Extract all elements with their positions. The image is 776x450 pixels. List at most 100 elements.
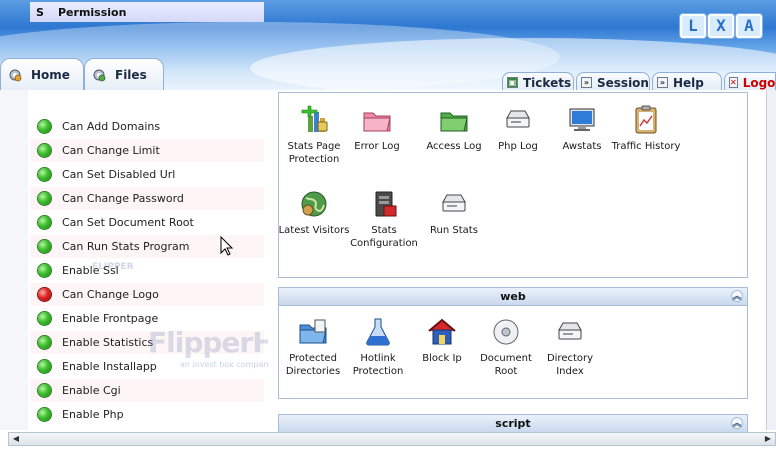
green-status-icon bbox=[37, 360, 51, 373]
status-cell bbox=[30, 264, 58, 277]
item-label: Access Log bbox=[426, 141, 482, 152]
gear-icon bbox=[9, 69, 22, 81]
item-label: Latest Visitors bbox=[278, 225, 350, 236]
hotlink-protection-item[interactable]: Hotlink Protection bbox=[342, 316, 414, 378]
status-cell bbox=[30, 336, 58, 349]
item-label: Hotlink Protection bbox=[352, 353, 404, 377]
run-stats-drive-icon bbox=[442, 194, 466, 212]
lxa-logo: L X A bbox=[680, 14, 762, 38]
stats-page-protection-item[interactable]: Stats Page Protection bbox=[278, 104, 350, 166]
green-status-icon bbox=[37, 216, 51, 229]
item-label: Traffic History bbox=[611, 141, 681, 152]
status-cell bbox=[30, 360, 58, 373]
permission-label: Enable Php bbox=[62, 408, 124, 421]
help-icon: » bbox=[657, 77, 668, 88]
latest-visitors-item[interactable]: Latest Visitors bbox=[278, 188, 350, 237]
block-ip-house-icon bbox=[428, 318, 456, 345]
run-stats-item[interactable]: Run Stats bbox=[418, 188, 490, 237]
green-status-icon bbox=[37, 192, 51, 205]
status-cell bbox=[30, 240, 58, 253]
hotlink-flask-icon bbox=[366, 318, 390, 346]
logout-icon: ✕ bbox=[729, 77, 738, 88]
status-cell bbox=[30, 144, 58, 157]
collapse-icon[interactable]: ︽ bbox=[731, 290, 743, 302]
scroll-left-icon[interactable]: ◀ bbox=[10, 434, 22, 444]
red-status-icon bbox=[37, 288, 51, 301]
tab-label: Files bbox=[115, 67, 147, 82]
section-title: script bbox=[495, 417, 531, 430]
permission-row: Can Set Disabled Url bbox=[30, 163, 264, 186]
watermark-small: FLIPPER bbox=[92, 262, 134, 272]
permission-label: Can Change Logo bbox=[62, 288, 159, 301]
vertical-scrollbar[interactable] bbox=[766, 90, 776, 430]
green-status-icon bbox=[37, 168, 51, 181]
green-status-icon bbox=[37, 312, 51, 325]
item-label: Document Root bbox=[480, 353, 532, 377]
tab-help[interactable]: » Help bbox=[652, 72, 722, 92]
status-cell bbox=[30, 192, 58, 205]
green-status-icon bbox=[37, 264, 51, 277]
document-root-disc-icon bbox=[493, 319, 519, 345]
access-log-item[interactable]: Access Log bbox=[418, 104, 490, 153]
permission-label: Enable Cgi bbox=[62, 384, 121, 397]
logo-letter: A bbox=[736, 14, 762, 38]
error-log-folder-icon bbox=[363, 112, 391, 132]
permission-row: Enable Ssl bbox=[30, 259, 264, 282]
error-log-item[interactable]: Error Log bbox=[341, 104, 413, 153]
horizontal-scrollbar[interactable]: ◀ ▶ bbox=[8, 432, 776, 446]
protected-directories-item[interactable]: Protected Directories bbox=[277, 316, 349, 378]
tab-files[interactable]: Files bbox=[84, 58, 164, 90]
item-label: Block Ip bbox=[422, 353, 462, 364]
permission-label: Can Add Domains bbox=[62, 120, 161, 133]
tab-tickets[interactable]: ▣ Tickets bbox=[502, 72, 574, 92]
watermark-subtitle: an invest box company bbox=[180, 360, 274, 369]
permission-label: Can Change Password bbox=[62, 192, 184, 205]
gear-icon bbox=[93, 69, 106, 81]
permission-label: Enable Installapp bbox=[62, 360, 157, 373]
permission-label: Can Set Document Root bbox=[62, 216, 194, 229]
script-section: script ︽ bbox=[278, 414, 748, 433]
traffic-history-item[interactable]: Traffic History bbox=[610, 104, 682, 153]
status-column-header: S bbox=[36, 5, 44, 19]
item-label: Error Log bbox=[354, 141, 400, 152]
green-status-icon bbox=[37, 120, 51, 133]
permission-label: Can Run Stats Program bbox=[62, 240, 190, 253]
green-status-icon bbox=[37, 384, 51, 397]
permission-row: Can Set Document Root bbox=[30, 211, 264, 234]
stats-configuration-item[interactable]: Stats Configuration bbox=[348, 188, 420, 250]
permission-row: Can Change Password bbox=[30, 187, 264, 210]
permission-label: Can Change Limit bbox=[62, 144, 160, 157]
tab-session[interactable]: » Session bbox=[576, 72, 650, 92]
block-ip-item[interactable]: Block Ip bbox=[406, 316, 478, 365]
scroll-right-icon[interactable]: ▶ bbox=[762, 434, 774, 444]
session-icon: » bbox=[581, 77, 592, 88]
awstats-item[interactable]: Awstats bbox=[546, 104, 618, 153]
tab-label: Tickets bbox=[523, 75, 572, 90]
permission-row: Can Add Domains bbox=[30, 115, 264, 138]
document-root-item[interactable]: Document Root bbox=[470, 316, 542, 378]
tab-label: Session bbox=[597, 75, 649, 90]
stats-configuration-icon bbox=[375, 191, 397, 217]
php-log-item[interactable]: Php Log bbox=[482, 104, 554, 153]
script-section-title: script ︽ bbox=[279, 415, 747, 433]
directory-index-item[interactable]: Directory Index bbox=[534, 316, 606, 378]
awstats-monitor-icon bbox=[569, 108, 595, 131]
green-status-icon bbox=[37, 408, 51, 421]
status-cell bbox=[30, 120, 58, 133]
status-cell bbox=[30, 384, 58, 397]
status-cell bbox=[30, 216, 58, 229]
php-log-drive-icon bbox=[506, 110, 530, 128]
collapse-icon[interactable]: ︽ bbox=[731, 417, 743, 429]
item-label: Stats Page Protection bbox=[287, 141, 341, 165]
latest-visitors-globe-icon bbox=[301, 191, 327, 217]
permission-column-header: Permission bbox=[58, 5, 127, 19]
item-label: Protected Directories bbox=[285, 353, 341, 377]
section-title: web bbox=[500, 290, 526, 303]
item-label: Awstats bbox=[562, 141, 602, 152]
item-label: Directory Index bbox=[546, 353, 594, 377]
tab-logout[interactable]: ✕ Logou bbox=[724, 72, 776, 92]
status-cell bbox=[30, 168, 58, 181]
tab-home[interactable]: Home bbox=[0, 58, 84, 90]
permission-table-header: S Permission bbox=[30, 2, 264, 22]
green-status-icon bbox=[37, 336, 51, 349]
